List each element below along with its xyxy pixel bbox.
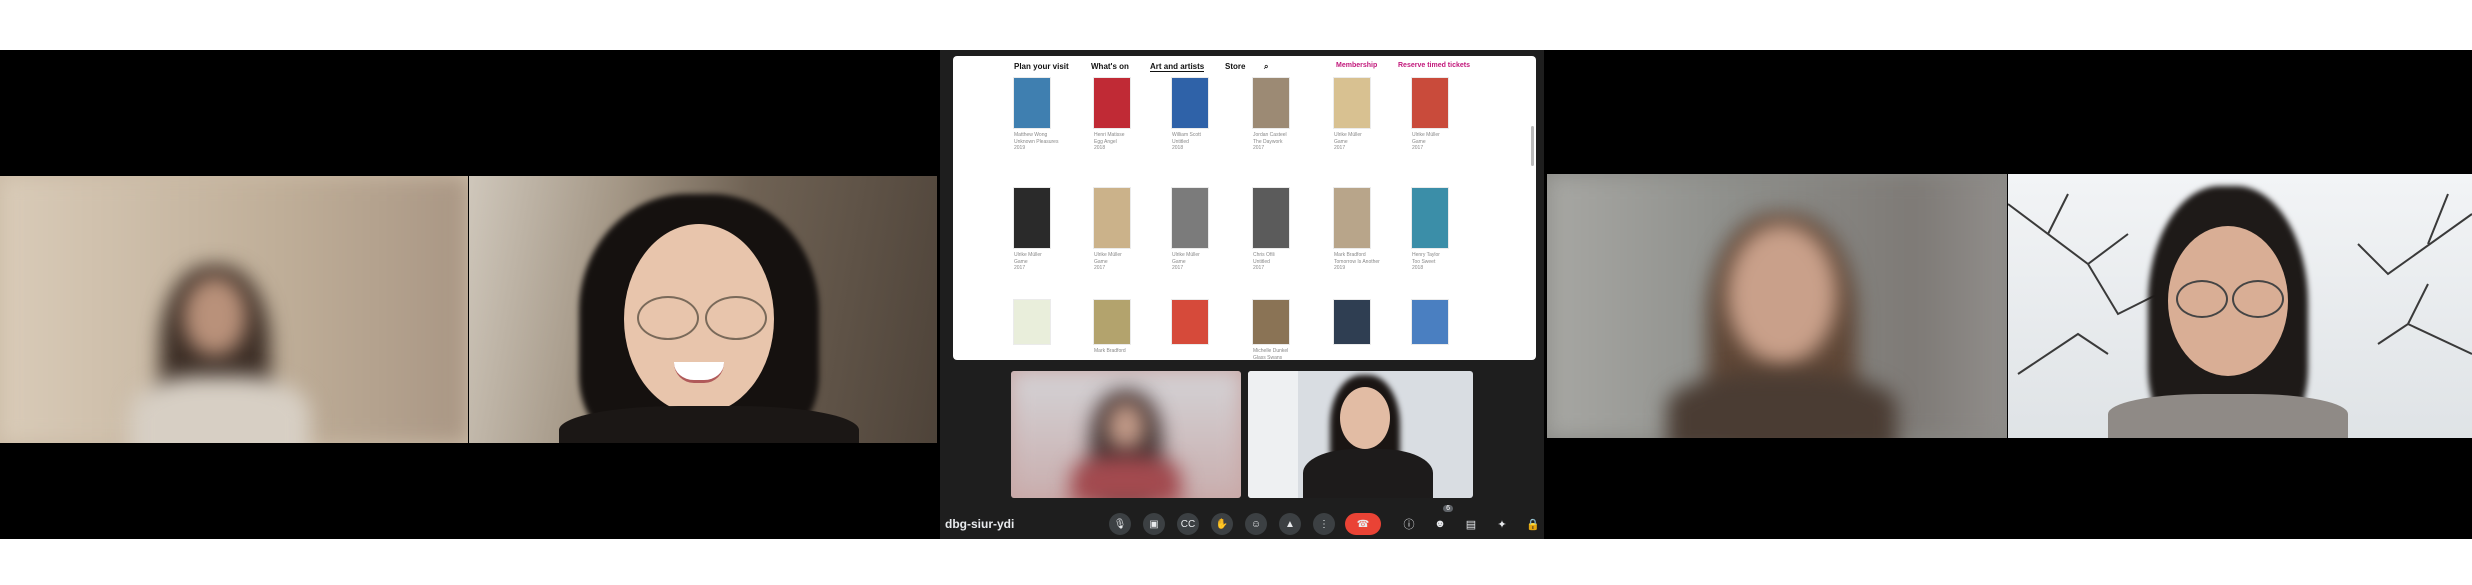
activities-button[interactable]: ✦ (1491, 513, 1513, 535)
mic-button[interactable]: 🎙 (1109, 513, 1131, 535)
participant-tile[interactable] (1547, 174, 2007, 438)
nav-art-artists[interactable]: Art and artists (1150, 62, 1205, 72)
artwork-thumbnail[interactable] (1412, 188, 1448, 248)
meeting-code: dbg-siur-ydi (945, 517, 1015, 531)
artwork-thumbnail[interactable] (1014, 188, 1050, 248)
participant-tile[interactable] (0, 176, 468, 443)
participant-tile[interactable] (469, 176, 937, 443)
artwork-year: 2018 (1094, 145, 1106, 151)
artwork-year: 2018 (1172, 145, 1184, 151)
artwork-year: 2017 (1172, 265, 1184, 271)
artwork-thumbnail[interactable] (1253, 188, 1289, 248)
present-icon: ▲ (1285, 518, 1295, 530)
artwork-year: 2019 (1014, 145, 1026, 151)
participant-tile[interactable] (1248, 371, 1473, 498)
artwork-thumbnail[interactable] (1253, 300, 1289, 344)
artwork-year: 2017 (1253, 145, 1265, 151)
chat-button[interactable]: ▤ (1460, 513, 1482, 535)
artwork-artist: Mark Bradford (1094, 348, 1126, 354)
people-button[interactable]: ☻ 6 (1429, 505, 1453, 535)
artwork-year: 2017 (1253, 265, 1265, 271)
artwork-caption: Matthew Wong Unknown Pleasures 2019 (1014, 132, 1074, 152)
artwork-thumbnail[interactable] (1412, 300, 1448, 344)
host-controls-button[interactable]: 🔒 (1522, 513, 1544, 535)
emoji-button[interactable]: ☺ (1245, 513, 1267, 535)
membership-link[interactable]: Membership (1336, 62, 1377, 69)
artwork-caption: Ulrike Müller Game 2017 (1014, 252, 1074, 272)
artwork-caption: Henry Taylor Too Sweet 2018 (1412, 252, 1472, 272)
activities-icon: ✦ (1497, 518, 1507, 531)
camera-button[interactable]: ▣ (1143, 513, 1165, 535)
more-button[interactable]: ⋮ (1313, 513, 1335, 535)
nav-whats-on[interactable]: What's on (1091, 62, 1129, 71)
artwork-thumbnail[interactable] (1172, 300, 1208, 344)
artwork-year: 2017 (1334, 145, 1346, 151)
tickets-link[interactable]: Reserve timed tickets (1398, 62, 1470, 69)
present-button[interactable]: ▲ (1279, 513, 1301, 535)
nav-plan-visit[interactable]: Plan your visit (1014, 62, 1069, 71)
scrollbar[interactable] (1531, 126, 1534, 166)
artwork-year: 2017 (1014, 265, 1026, 271)
artwork-thumbnail[interactable] (1334, 188, 1370, 248)
artwork-thumbnail[interactable] (1094, 188, 1130, 248)
artwork-thumbnail[interactable] (1172, 188, 1208, 248)
artwork-caption: Ulrike Müller Game 2017 (1172, 252, 1232, 272)
artwork-caption: Mark Bradford (1094, 348, 1154, 355)
artwork-thumbnail[interactable] (1014, 78, 1050, 128)
hand-icon: ✋ (1215, 518, 1229, 530)
info-button[interactable]: ⓘ (1398, 513, 1420, 535)
camera-icon: ▣ (1149, 518, 1159, 530)
more-icon: ⋮ (1319, 518, 1329, 530)
glasses-icon (2176, 280, 2228, 318)
artwork-title: Glass Swans (1253, 354, 1283, 361)
artwork-thumbnail[interactable] (1094, 300, 1130, 344)
captions-button[interactable]: CC (1177, 513, 1199, 535)
info-icon: ⓘ (1403, 519, 1415, 531)
artwork-caption: William Scott Untitled 2018 (1172, 132, 1232, 152)
search-icon[interactable]: ⌕ (1264, 62, 1268, 72)
artwork-thumbnail[interactable] (1412, 78, 1448, 128)
artwork-year: 2019 (1334, 265, 1346, 271)
artwork-caption: Henri Matisse Egg Angel 2018 (1094, 132, 1154, 152)
artwork-caption: Ulrike Müller Game 2017 (1094, 252, 1154, 272)
artwork-caption: Michelle Dunkel Glass Swans (1253, 348, 1313, 360)
mic-icon: 🎙 (1113, 518, 1127, 530)
host-controls-icon: 🔒 (1526, 518, 1540, 531)
artwork-year: 2018 (1412, 265, 1424, 271)
glasses-icon (637, 296, 699, 340)
artwork-thumbnail[interactable] (1253, 78, 1289, 128)
artwork-year: 2017 (1094, 265, 1106, 271)
captions-icon: CC (1180, 518, 1196, 530)
artwork-thumbnail[interactable] (1094, 78, 1130, 128)
chat-icon: ▤ (1465, 518, 1477, 531)
artwork-thumbnail[interactable] (1014, 300, 1050, 344)
artwork-caption: Jordan Casteel The Daywork 2017 (1253, 132, 1313, 152)
artwork-caption: Ulrike Müller Game 2017 (1412, 132, 1472, 152)
end-call-icon: ☎ (1356, 518, 1370, 530)
nav-store[interactable]: Store (1225, 62, 1245, 71)
artwork-caption: Mark Bradford Tomorrow Is Another 2019 (1334, 252, 1394, 272)
emoji-icon: ☺ (1250, 518, 1262, 530)
people-count-badge: 6 (1443, 505, 1453, 512)
participant-tile[interactable] (2008, 174, 2472, 438)
shared-screen[interactable]: Plan your visit What's on Art and artist… (953, 56, 1536, 360)
participant-tile[interactable] (1011, 371, 1241, 498)
artwork-caption: Chris Ofili Untitled 2017 (1253, 252, 1313, 272)
leave-call-button[interactable]: ☎ (1345, 513, 1381, 535)
raise-hand-button[interactable]: ✋ (1211, 513, 1233, 535)
artwork-thumbnail[interactable] (1334, 300, 1370, 344)
artwork-caption: Ulrike Müller Game 2017 (1334, 132, 1394, 152)
people-icon: ☻ (1434, 518, 1446, 530)
artwork-thumbnail[interactable] (1172, 78, 1208, 128)
artwork-thumbnail[interactable] (1334, 78, 1370, 128)
artwork-year: 2017 (1412, 145, 1424, 151)
